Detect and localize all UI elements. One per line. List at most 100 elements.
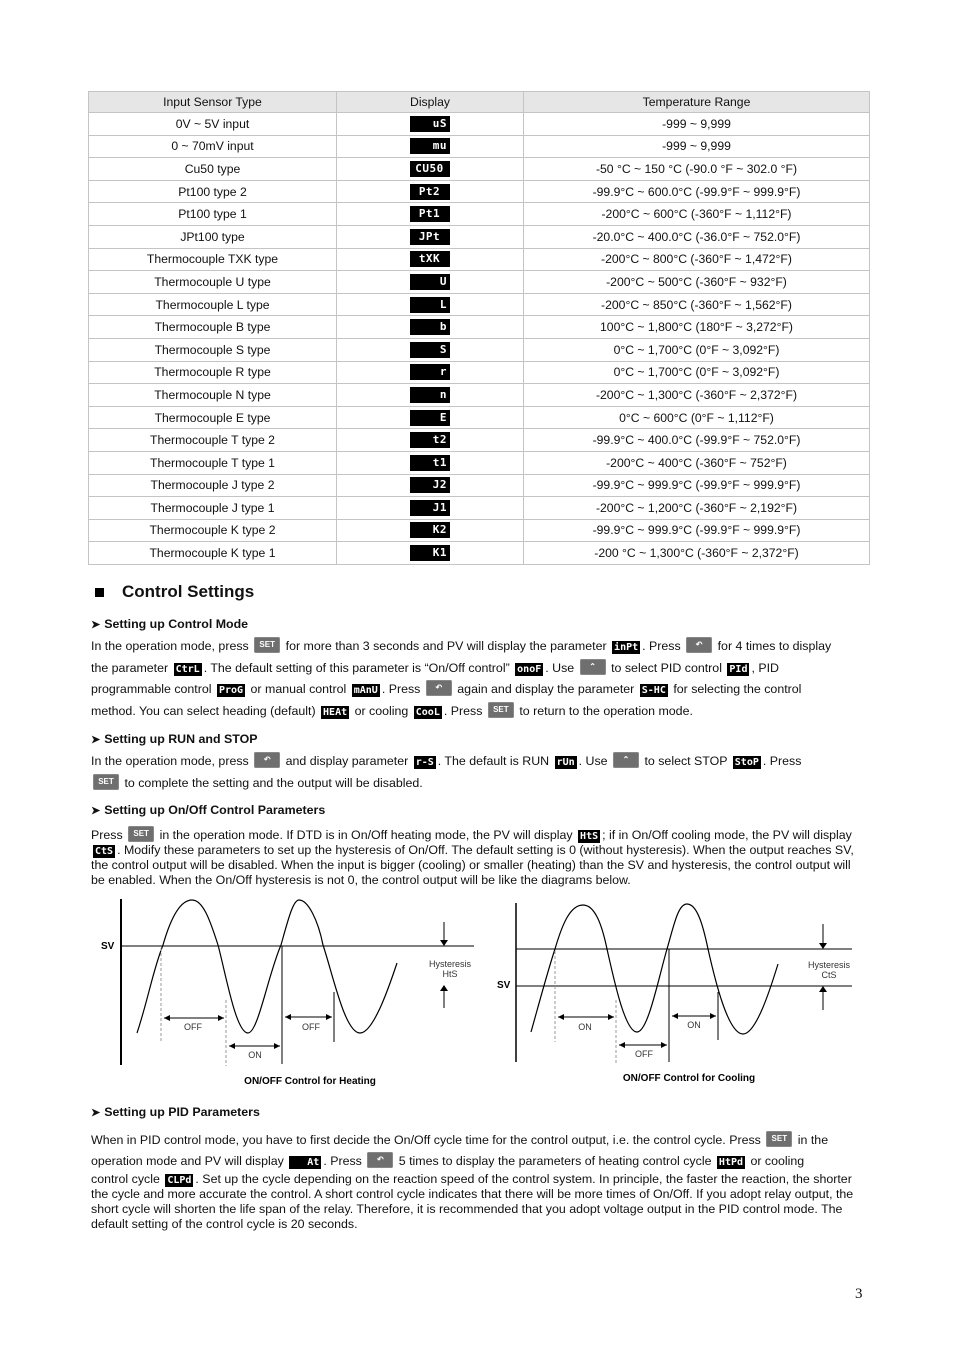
param-ctrl-display: CtrL: [173, 662, 202, 676]
arrowhead: [440, 940, 448, 946]
sensor-type-cell: Thermocouple TXK type: [88, 247, 337, 272]
seven-segment-display: K1: [410, 545, 450, 562]
display-cell: U: [336, 270, 524, 294]
text: or cooling: [354, 703, 409, 718]
temperature-range-cell: -99.9°C ~ 600.0°C (-99.9°F ~ 999.9°F): [523, 179, 870, 204]
text: to complete the setting and the output w…: [124, 775, 423, 790]
sensor-type-cell: Thermocouple J type 1: [88, 496, 337, 520]
hts-label: HtS: [442, 969, 457, 979]
text: the parameter: [91, 660, 169, 675]
temperature-range-cell: 0°C ~ 1,700°C (0°F ~ 3,092°F): [523, 337, 870, 362]
temperature-range-cell: -200°C ~ 1,200°C (-360°F ~ 2,192°F): [523, 496, 870, 520]
text: method. You can select heading (default): [91, 703, 316, 718]
process-curve: [136, 899, 398, 1034]
seven-segment-display: r: [410, 364, 450, 381]
text: . Use: [545, 660, 575, 675]
paragraph-pid-2: control cycle CLPd. Set up the cycle dep…: [91, 1172, 866, 1232]
text: . Use: [578, 754, 608, 768]
text: . Press: [443, 703, 483, 718]
text: When in PID control mode, you have to fi…: [91, 1133, 761, 1147]
temperature-range-cell: 0°C ~ 1,700°C (0°F ~ 3,092°F): [523, 360, 870, 385]
seven-segment-display: tXK: [410, 251, 450, 268]
table-row: Thermocouple B type b 100°C ~ 1,800°C (180…: [88, 315, 870, 339]
subheading-text: Setting up PID Parameters: [104, 1105, 260, 1119]
display-cell: CU50: [336, 157, 524, 181]
text: . The default is RUN: [437, 754, 550, 768]
text: to select STOP: [644, 754, 728, 768]
display-cell: t1: [336, 450, 524, 475]
display-cell: n: [336, 383, 524, 407]
param-cool-display: CooL: [413, 705, 442, 719]
table-row: Thermocouple T type 2 t2 -99.9°C ~ 400.0°C…: [88, 428, 870, 452]
temperature-range-cell: -99.9°C ~ 999.9°C (-99.9°F ~ 999.9°F): [523, 518, 870, 543]
text: . The default setting of this parameter …: [203, 660, 510, 675]
seven-segment-display: mu: [410, 138, 450, 155]
table-row: Thermocouple E type E 0°C ~ 600°C (0°F ~ 1…: [88, 405, 870, 430]
temperature-range-cell: 0°C ~ 600°C (0°F ~ 1,112°F): [523, 405, 870, 430]
text: in the: [797, 1133, 829, 1147]
page-number: 3: [855, 1286, 863, 1302]
on-label: ON: [248, 1050, 262, 1060]
sensor-type-cell: Thermocouple U type: [88, 270, 337, 294]
chevron-right-icon: ➤: [91, 619, 101, 631]
table-row: 0V ~ 5V input uS -999 ~ 9,999: [88, 112, 870, 136]
text: . Modify these parameters to set up the …: [91, 843, 854, 887]
header-input-sensor-type: Input Sensor Type: [88, 91, 337, 113]
set-key-icon: SET: [766, 1131, 793, 1147]
text: control cycle: [91, 1172, 160, 1186]
display-cell: r: [336, 360, 524, 385]
table-row: Pt100 type 2 Pt2 -99.9°C ~ 600.0°C (-99.9°…: [88, 179, 870, 204]
sensor-type-cell: Thermocouple K type 2: [88, 518, 337, 543]
seven-segment-display: CU50: [410, 160, 450, 177]
cycle-key-icon: ↶: [367, 1152, 394, 1168]
chevron-right-icon: ➤: [91, 734, 101, 746]
display-cell: J2: [336, 473, 524, 498]
table-row: Thermocouple L type L -200°C ~ 850°C (-360…: [88, 292, 870, 317]
seven-segment-display: J1: [410, 499, 450, 516]
display-cell: J1: [336, 496, 524, 520]
subheading-text: Setting up Control Mode: [104, 617, 249, 631]
display-cell: Pt1: [336, 202, 524, 226]
sensor-type-cell: Thermocouple R type: [88, 360, 337, 385]
text: programmable control: [91, 682, 212, 696]
table-row: Thermocouple U type U -200°C ~ 500°C (-360…: [88, 270, 870, 294]
seven-segment-display: L: [410, 296, 450, 313]
section-control-settings: Control Settings: [95, 582, 254, 602]
cooling-caption: ON/OFF Control for Cooling: [623, 1073, 755, 1084]
text: or manual control: [250, 682, 347, 696]
param-inpt-display: inPt: [612, 641, 641, 654]
text: or cooling: [750, 1154, 805, 1168]
table-row: Thermocouple S type S 0°C ~ 1,700°C (0°F ~…: [88, 337, 870, 362]
text: , PID: [751, 660, 780, 675]
arrowhead: [819, 986, 827, 992]
table-row: Thermocouple T type 1 t1 -200°C ~ 400°C (-…: [88, 450, 870, 475]
cycle-key-icon: ↶: [425, 680, 452, 696]
display-cell: JPt: [336, 224, 524, 249]
sensor-table-container: Input Sensor Type Display Temperature Ra…: [88, 91, 870, 565]
param-rs-display: r-S: [413, 756, 436, 769]
temperature-range-cell: -999 ~ 9,999: [523, 112, 870, 136]
sv-label: SV: [101, 941, 115, 952]
sensor-type-cell: Thermocouple E type: [88, 405, 337, 430]
display-cell: K2: [336, 518, 524, 543]
display-cell: t2: [336, 428, 524, 452]
sensor-type-cell: Pt100 type 2: [88, 179, 337, 204]
sensor-type-cell: Cu50 type: [88, 157, 337, 181]
paragraph-pid-1: When in PID control mode, you have to fi…: [91, 1130, 866, 1172]
sensor-type-cell: Thermocouple B type: [88, 315, 337, 339]
param-manu-display: mAnU: [351, 684, 380, 697]
hysteresis-label: Hysteresis: [808, 960, 851, 970]
param-shc-display: S-HC: [639, 684, 668, 697]
param-heat-display: HEAt: [321, 705, 350, 719]
sensor-type-cell: Thermocouple L type: [88, 292, 337, 317]
display-cell: b: [336, 315, 524, 339]
temperature-range-cell: -200°C ~ 600°C (-360°F ~ 1,112°F): [523, 202, 870, 226]
display-cell: tXK: [336, 247, 524, 272]
table-row: Thermocouple J type 2 J2 -99.9°C ~ 999.9°C…: [88, 473, 870, 498]
cycle-key-icon: ↶: [686, 637, 713, 653]
section-title: Control Settings: [122, 582, 255, 601]
param-prog-display: ProG: [216, 684, 246, 697]
seven-segment-display: S: [410, 341, 450, 358]
param-pid-display: PId: [727, 662, 750, 676]
text: Press: [91, 828, 123, 842]
